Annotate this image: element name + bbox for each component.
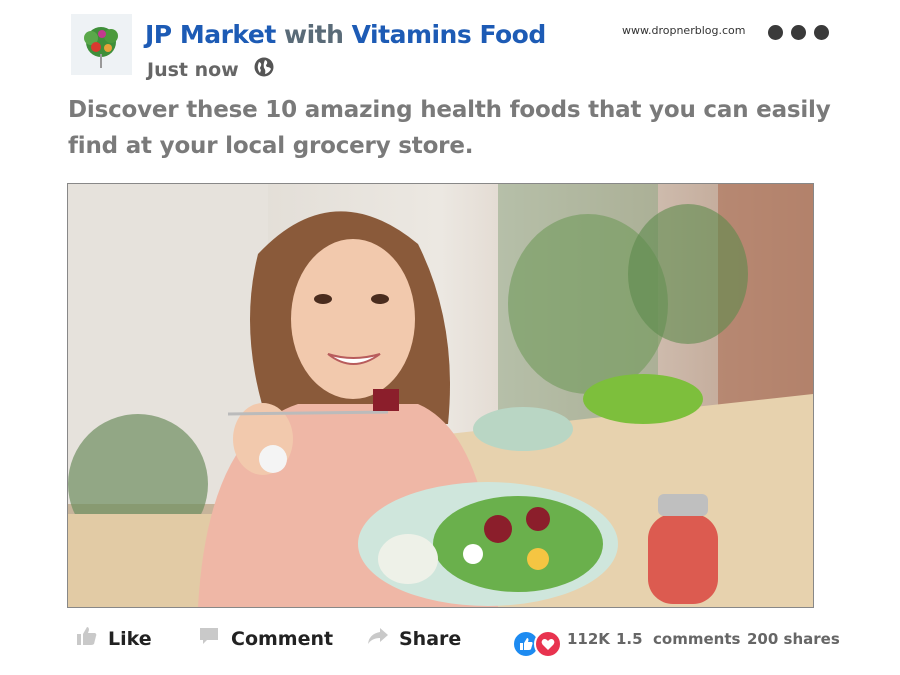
globe-icon[interactable] xyxy=(253,56,275,83)
thumbs-up-icon xyxy=(76,626,98,651)
reactions-count[interactable]: 112K xyxy=(567,630,610,648)
share-button[interactable]: Share xyxy=(367,626,461,651)
share-icon xyxy=(367,626,389,651)
post-meta: Just now xyxy=(147,56,275,83)
share-label: Share xyxy=(399,627,462,650)
love-reaction-icon xyxy=(534,630,562,658)
comment-icon xyxy=(199,626,221,651)
comment-button[interactable]: Comment xyxy=(199,626,333,651)
website-url[interactable]: www.dropnerblog.com xyxy=(622,24,745,37)
comments-number: 1.5 xyxy=(616,630,643,648)
post-text: Discover these 10 amazing health foods t… xyxy=(68,97,831,159)
like-button[interactable]: Like xyxy=(76,626,152,651)
post-image[interactable] xyxy=(67,183,814,608)
partner-name-link[interactable]: Vitamins Food xyxy=(352,20,547,49)
shares-count[interactable]: 200 shares xyxy=(747,630,840,648)
comment-label: Comment xyxy=(231,627,334,650)
more-options-icon[interactable] xyxy=(768,25,829,40)
avatar[interactable] xyxy=(71,14,132,75)
with-text: with xyxy=(284,20,344,49)
post-author-title: JP Market with Vitamins Food xyxy=(145,20,546,49)
reactions-summary[interactable] xyxy=(512,630,562,658)
comments-label: comments xyxy=(653,630,741,648)
brand-name-link[interactable]: JP Market xyxy=(145,20,276,49)
comments-count[interactable]: 1.5 comments xyxy=(616,630,740,648)
like-label: Like xyxy=(108,627,152,650)
timestamp[interactable]: Just now xyxy=(147,59,239,81)
